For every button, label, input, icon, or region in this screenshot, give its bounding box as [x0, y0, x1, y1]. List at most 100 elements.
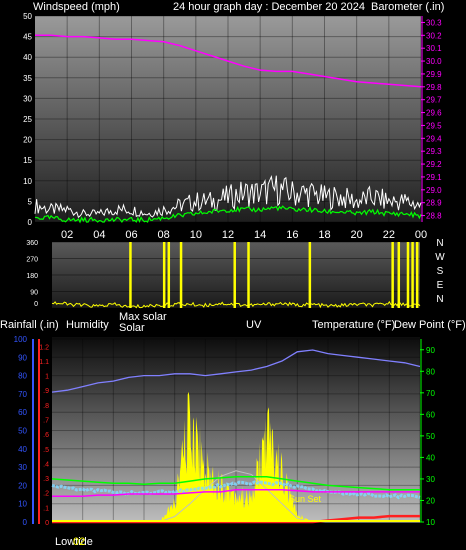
- barometer-tick-label: 30.2: [426, 31, 442, 40]
- direction-tick-label: 180: [26, 273, 38, 280]
- barometer-tick-label: 28.9: [426, 199, 442, 208]
- direction-tick-label: 0: [34, 301, 38, 308]
- humidity-axis-bar: [38, 339, 40, 524]
- wind-direction-spike: [167, 242, 171, 308]
- temperature-axis-title: Temperature (°F): [312, 319, 395, 331]
- barometer-tick-label: 29.5: [426, 121, 442, 130]
- hour-tick-label: 06: [125, 229, 137, 241]
- compass-labels: NWSEN: [435, 238, 445, 305]
- compass-label: E: [437, 280, 444, 291]
- rainfall-tick-label: .4: [43, 461, 49, 468]
- barometer-tick-label: 29.0: [426, 186, 442, 195]
- barometer-tick-label: 29.8: [426, 83, 442, 92]
- barometer-tick-label: 30.0: [426, 57, 442, 66]
- hour-tick-label: 22: [383, 229, 395, 241]
- wind-direction-spike: [162, 242, 166, 308]
- wind-direction-spike: [179, 242, 183, 308]
- hour-tick-label: 20: [351, 229, 363, 241]
- direction-tick-label: 90: [30, 290, 38, 297]
- rainfall-axis-title: Rainfall (.in): [0, 319, 59, 331]
- dew-point-axis-title: Dew Point (°F): [394, 319, 466, 331]
- rainfall-tick-label: .6: [43, 432, 49, 439]
- barometer-tick-label: 29.2: [426, 160, 442, 169]
- barometer-axis-ticks: 28.8 28.9 29.0 29.1 29.2 29.3 29.4 29.5 29.6 29.7…: [421, 16, 442, 222]
- wind-tick-label: 40: [23, 53, 32, 62]
- barometer-tick-label: 29.7: [426, 96, 442, 105]
- temperature-tick-label: 70: [426, 389, 435, 398]
- direction-tick-label: 360: [26, 240, 38, 247]
- barometer-tick-label: 29.6: [426, 109, 442, 118]
- temperature-tick-label: 80: [426, 367, 435, 376]
- temperature-tick-label: 20: [426, 496, 435, 505]
- barometer-tick-label: 30.3: [426, 18, 442, 27]
- humidity-axis-ticks: 0 10 20 30 40 50 60 70 80 90 100: [14, 335, 28, 527]
- wind-tick-label: 25: [23, 115, 32, 124]
- compass-label: N: [436, 294, 443, 305]
- hour-tick-label: 04: [93, 229, 105, 241]
- rainfall-tick-label: 1.1: [39, 359, 49, 366]
- uv-label: UV: [246, 319, 262, 331]
- barometer-tick-label: 29.4: [426, 134, 442, 143]
- lowtide-hour-label: 02: [73, 536, 85, 548]
- temperature-tick-label: 50: [426, 432, 435, 441]
- solar-label: Solar: [119, 322, 145, 334]
- rainfall-tick-label: .9: [43, 388, 49, 395]
- wind-tick-label: 20: [23, 136, 32, 145]
- hour-tick-label: 10: [190, 229, 202, 241]
- wind-tick-label: 35: [23, 74, 32, 83]
- wind-direction-spike: [406, 242, 410, 308]
- hour-axis-ticks: 02 04 06 08 10 12 14 16 18 20 22 00: [61, 229, 427, 241]
- rainfall-tick-label: .8: [43, 403, 49, 410]
- wind-tick-label: 0: [28, 218, 33, 227]
- rainfall-tick-label: .5: [43, 447, 49, 454]
- humidity-tick-label: 10: [18, 500, 27, 509]
- wind-direction-spike: [247, 242, 250, 308]
- humidity-tick-label: 90: [18, 353, 27, 362]
- hour-tick-label: 12: [222, 229, 234, 241]
- humidity-label: Humidity: [66, 319, 109, 331]
- wind-tick-label: 10: [23, 177, 32, 186]
- barometer-axis-title: Barometer (.in): [371, 1, 444, 13]
- rainfall-tick-label: .3: [43, 476, 49, 483]
- hour-tick-label: 16: [286, 229, 298, 241]
- barometer-tick-label: 29.1: [426, 173, 442, 182]
- humidity-tick-label: 80: [18, 372, 27, 381]
- rainfall-tick-label: .1: [43, 505, 49, 512]
- humidity-tick-label: 70: [18, 390, 27, 399]
- rain-axis-bar: [32, 339, 34, 524]
- wind-direction-spike: [308, 242, 312, 308]
- rainfall-tick-label: .2: [43, 491, 49, 498]
- wind-tick-label: 5: [28, 197, 33, 206]
- wind-direction-spike: [391, 242, 394, 308]
- humidity-tick-label: 50: [18, 427, 27, 436]
- humidity-tick-label: 30: [18, 463, 27, 472]
- temperature-tick-label: 40: [426, 453, 435, 462]
- temperature-tick-label: 60: [426, 410, 435, 419]
- barometer-tick-label: 30.1: [426, 44, 442, 53]
- temperature-tick-label: 10: [426, 518, 435, 527]
- wind-direction-spike: [233, 242, 236, 308]
- compass-label: W: [435, 252, 445, 263]
- wind-tick-label: 50: [23, 12, 32, 21]
- hour-tick-label: 08: [158, 229, 170, 241]
- hour-tick-label: 18: [318, 229, 330, 241]
- rainfall-tick-label: 1.2: [39, 344, 49, 351]
- temperature-tick-label: 90: [426, 346, 435, 355]
- humidity-tick-label: 20: [18, 481, 27, 490]
- humidity-tick-label: 60: [18, 408, 27, 417]
- chart-title: 24 hour graph day : December 20 2024: [173, 1, 365, 13]
- hour-tick-label: 14: [254, 229, 266, 241]
- barometer-tick-label: 28.8: [426, 212, 442, 221]
- compass-label: N: [436, 238, 443, 249]
- hour-tick-label: 02: [61, 229, 73, 241]
- wind-axis-title: Windspeed (mph): [33, 1, 120, 13]
- compass-label: S: [437, 266, 444, 277]
- weather-graph: Windspeed (mph) 24 hour graph day : Dece…: [0, 1, 466, 548]
- wind-axis-ticks: 0 5 10 15 20 25 30 35 40 45 50: [23, 12, 32, 227]
- rainfall-tick-label: .7: [43, 418, 49, 425]
- direction-axis-ticks: 0 90 180 270 360: [26, 240, 38, 308]
- humidity-tick-label: 0: [23, 518, 28, 527]
- day-band: [52, 520, 420, 522]
- barometer-tick-label: 29.9: [426, 70, 442, 79]
- rainfall-axis-ticks: 0 .1 .2 .3 .4 .5 .6 .7 .8 .9 1 1.1 1.2: [39, 344, 49, 527]
